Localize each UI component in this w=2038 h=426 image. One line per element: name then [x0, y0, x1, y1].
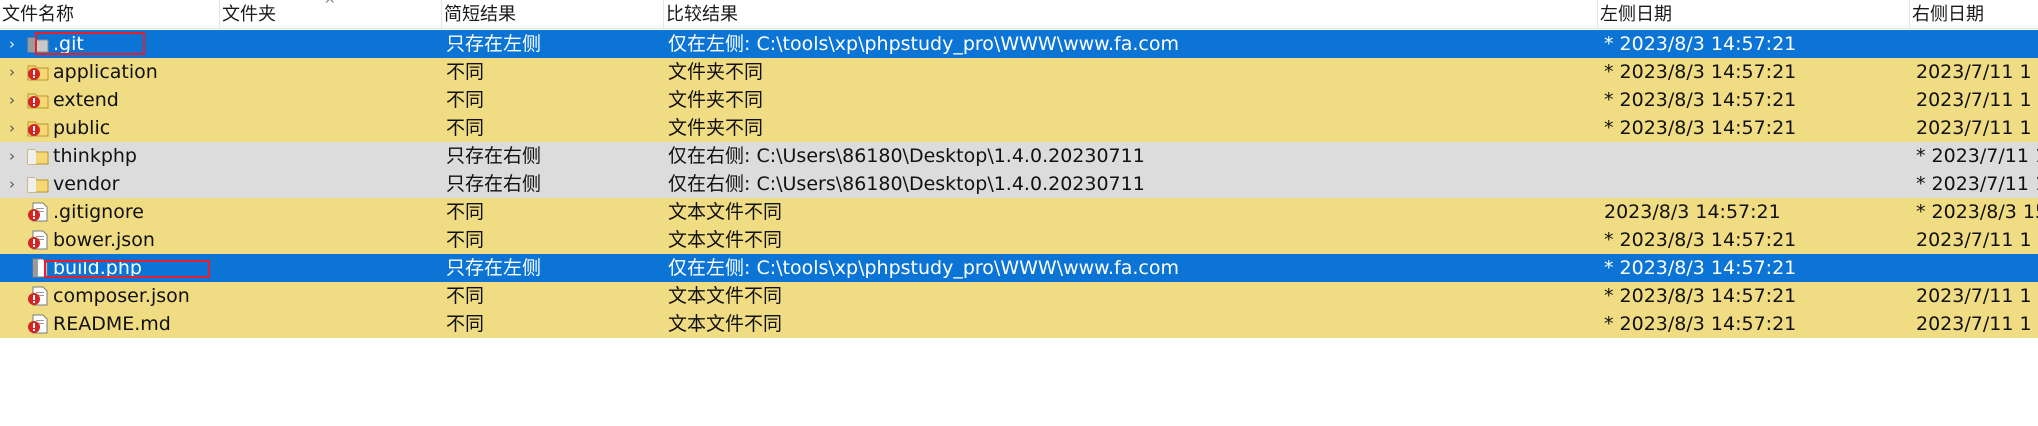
row-compare-result: 文件夹不同 — [668, 89, 764, 111]
row-compare-result: 仅在右侧: C:\Users\86180\Desktop\1.4.0.20230… — [668, 145, 1145, 167]
file-different-icon — [26, 314, 50, 334]
row-short-result: 不同 — [446, 61, 485, 83]
row-compare-result: 文本文件不同 — [668, 285, 783, 307]
row-short-result: 只存在右侧 — [446, 173, 542, 195]
table-row[interactable]: .gitignore 不同 文本文件不同 2023/8/3 14:57:21 * 202… — [0, 198, 2038, 226]
table-row[interactable]: › extend 不同 文件夹不同 * 2023/8/3 14:57:21 2023/7/… — [0, 86, 2038, 114]
row-name: public — [53, 117, 111, 139]
row-left-date: * 2023/8/3 14:57:21 — [1604, 61, 1797, 83]
row-left-date: * 2023/8/3 14:57:21 — [1604, 117, 1797, 139]
expand-chevron-icon[interactable]: › — [4, 142, 20, 170]
folder-different-icon — [26, 62, 50, 82]
file-different-icon — [26, 286, 50, 306]
row-short-result: 只存在左侧 — [446, 33, 542, 55]
row-name: extend — [53, 89, 119, 111]
row-short-result: 不同 — [446, 117, 485, 139]
row-short-result: 不同 — [446, 229, 485, 251]
table-row[interactable]: composer.json 不同 文本文件不同 * 2023/8/3 14:57:21… — [0, 282, 2038, 310]
row-short-result: 只存在左侧 — [446, 257, 542, 279]
row-left-date: * 2023/8/3 14:57:21 — [1604, 285, 1797, 307]
row-right-date — [1916, 254, 2038, 282]
row-right-date: * 2023/8/3 15 — [1916, 201, 2038, 223]
table-row[interactable]: README.md 不同 文本文件不同 * 2023/8/3 14:57:21 2023… — [0, 310, 2038, 338]
row-left-date — [1604, 170, 1804, 198]
row-compare-result: 文本文件不同 — [668, 201, 783, 223]
row-right-date: 2023/7/11 1 — [1916, 285, 2032, 307]
folder-different-icon — [26, 118, 50, 138]
row-compare-result: 文本文件不同 — [668, 229, 783, 251]
file-different-icon — [26, 202, 50, 222]
row-compare-result: 仅在左侧: C:\tools\xp\phpstudy_pro\WWW\www.f… — [668, 257, 1179, 279]
table-row[interactable]: › .git 只存在左侧 仅在左侧: C:\tools\xp\phpstudy_pro… — [0, 30, 2038, 58]
row-right-date: 2023/7/11 1 — [1916, 229, 2032, 251]
row-compare-result: 文件夹不同 — [668, 117, 764, 139]
row-short-result: 不同 — [446, 89, 485, 111]
row-name: thinkphp — [53, 145, 137, 167]
row-short-result: 只存在右侧 — [446, 145, 542, 167]
row-left-date: * 2023/8/3 14:57:21 — [1604, 257, 1797, 279]
compare-results-table: 文件名称 文件夹 简短结果 比较结果 左侧日期 右侧日期 ^ › .git 只存在左… — [0, 0, 2038, 426]
row-name: .git — [53, 33, 84, 55]
row-name: application — [53, 61, 158, 83]
row-left-date: * 2023/8/3 14:57:21 — [1604, 89, 1797, 111]
expand-chevron-icon[interactable]: › — [4, 86, 20, 114]
row-name: composer.json — [53, 285, 190, 307]
row-compare-result: 仅在右侧: C:\Users\86180\Desktop\1.4.0.20230… — [668, 173, 1145, 195]
row-left-date: * 2023/8/3 14:57:21 — [1604, 33, 1797, 55]
row-left-date: 2023/8/3 14:57:21 — [1604, 201, 1781, 223]
expand-chevron-icon[interactable]: › — [4, 114, 20, 142]
row-name: build.php — [53, 257, 142, 279]
row-compare-result: 仅在左侧: C:\tools\xp\phpstudy_pro\WWW\www.f… — [668, 33, 1179, 55]
row-left-date: * 2023/8/3 14:57:21 — [1604, 229, 1797, 251]
folder-right-only-icon — [26, 146, 50, 166]
folder-right-only-icon — [26, 174, 50, 194]
row-right-date: 2023/7/11 1 — [1916, 117, 2032, 139]
table-row[interactable]: build.php 只存在左侧 仅在左侧: C:\tools\xp\phpstudy… — [0, 254, 2038, 282]
row-right-date: * 2023/7/11 1 — [1916, 173, 2038, 195]
row-name: bower.json — [53, 229, 155, 251]
row-short-result: 不同 — [446, 313, 485, 335]
column-header-left-date[interactable]: 左侧日期 — [1598, 0, 1910, 29]
table-row[interactable]: › vendor 只存在右侧 仅在右侧: C:\Users\86180\Desktop… — [0, 170, 2038, 198]
row-short-result: 不同 — [446, 201, 485, 223]
table-row[interactable]: bower.json 不同 文本文件不同 * 2023/8/3 14:57:21 202… — [0, 226, 2038, 254]
row-right-date — [1916, 30, 2038, 58]
row-name: README.md — [53, 313, 171, 335]
row-compare-result: 文本文件不同 — [668, 313, 783, 335]
column-header-compare-result[interactable]: 比较结果 — [664, 0, 1598, 29]
file-left-only-icon — [26, 258, 50, 278]
column-header-short-result[interactable]: 简短结果 — [442, 0, 664, 29]
row-right-date: * 2023/7/11 1 — [1916, 145, 2038, 167]
expand-chevron-icon[interactable]: › — [4, 170, 20, 198]
row-left-date — [1604, 142, 1804, 170]
table-row[interactable]: › application 不同 文件夹不同 * 2023/8/3 14:57:21 20… — [0, 58, 2038, 86]
table-row[interactable]: › thinkphp 只存在右侧 仅在右侧: C:\Users\86180\Deskt… — [0, 142, 2038, 170]
row-left-date: * 2023/8/3 14:57:21 — [1604, 313, 1797, 335]
table-header: 文件名称 文件夹 简短结果 比较结果 左侧日期 右侧日期 ^ — [0, 0, 2038, 29]
row-name: .gitignore — [53, 201, 144, 223]
column-header-right-date[interactable]: 右侧日期 — [1910, 0, 2038, 29]
row-short-result: 不同 — [446, 285, 485, 307]
table-row[interactable]: › public 不同 文件夹不同 * 2023/8/3 14:57:21 2023/7/… — [0, 114, 2038, 142]
folder-different-icon — [26, 90, 50, 110]
row-compare-result: 文件夹不同 — [668, 61, 764, 83]
column-header-filename[interactable]: 文件名称 — [0, 0, 220, 29]
row-right-date: 2023/7/11 1 — [1916, 89, 2032, 111]
expand-chevron-icon[interactable]: › — [4, 30, 20, 58]
expand-chevron-icon[interactable]: › — [4, 58, 20, 86]
row-right-date: 2023/7/11 1 — [1916, 61, 2032, 83]
sort-ascending-icon: ^ — [324, 0, 336, 13]
row-right-date: 2023/7/11 1 — [1916, 313, 2032, 335]
folder-left-only-icon — [26, 34, 50, 54]
row-name: vendor — [53, 173, 120, 195]
file-different-icon — [26, 230, 50, 250]
